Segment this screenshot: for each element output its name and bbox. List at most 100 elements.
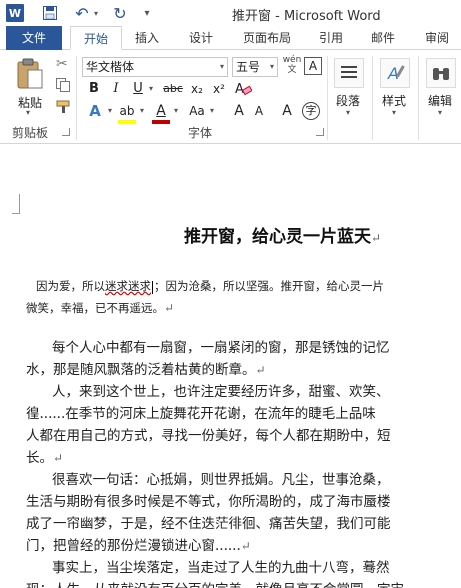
- doc-line-9: 很喜欢一句话：心抵娟，则世界抵娟。凡尘，世事沧桑，: [52, 472, 390, 488]
- tab-review[interactable]: 审阅: [414, 26, 460, 50]
- doc-line-12: 门，把曾经的那份烂漫锁进心窗......↵: [26, 534, 251, 554]
- binoculars-icon[interactable]: [426, 58, 456, 88]
- window-title: 推开窗 - Microsoft Word: [232, 9, 381, 24]
- document-title: 推开窗，给心灵一片蓝天↵: [184, 222, 381, 247]
- tab-references[interactable]: 引用: [310, 26, 352, 50]
- ribbon-tab-bar: 文件 开始 插入 设计 页面布局 引用 邮件 审阅: [0, 26, 461, 50]
- font-color-icon[interactable]: A: [152, 102, 170, 120]
- styles-dropdown-icon[interactable]: ▾: [392, 108, 396, 117]
- group-divider: [76, 56, 77, 140]
- doc-line-3: 每个人心中都有一扇窗，一扇紧闭的窗，那是锈蚀的记忆: [52, 340, 390, 356]
- doc-line-2: 微笑，幸福，已不再遥远。↵: [26, 300, 174, 316]
- doc-line-6: 徨......在季节的河床上旋舞花开花谢，在流年的睫毛上品味: [26, 406, 376, 422]
- font-launcher-icon[interactable]: [316, 128, 324, 136]
- group-divider: [372, 56, 373, 140]
- page-corner-mark: [12, 194, 20, 214]
- paragraph-mark-icon: ↵: [164, 301, 175, 315]
- font-size-select[interactable]: 五号 ▾: [232, 57, 278, 77]
- doc-line-7: 人都在用自己的方式，寻找一份美好，每个人都在期盼中，短: [26, 428, 391, 444]
- doc-line-5: 人，来到这个世上，也许注定要经历许多，甜蜜、欢笑、: [52, 384, 390, 400]
- tab-page-layout[interactable]: 页面布局: [234, 26, 300, 50]
- word-logo-icon: W: [6, 4, 24, 22]
- tab-file[interactable]: 文件: [6, 26, 62, 50]
- font-color-swatch: [152, 120, 170, 124]
- doc-text: 微笑，幸福，已不再遥远。: [26, 301, 164, 315]
- bold-button[interactable]: B: [86, 80, 102, 98]
- svg-text:A: A: [387, 64, 399, 83]
- undo-dropdown-icon[interactable]: ▾: [92, 4, 100, 22]
- grow-font-icon[interactable]: A: [230, 102, 248, 120]
- save-icon[interactable]: [42, 4, 58, 22]
- highlight-icon[interactable]: ab: [118, 102, 136, 120]
- title-bar: W ↶ ▾ ↻ ▾ 推开窗 - Microsoft Word: [0, 0, 461, 26]
- styles-button[interactable]: 样式: [382, 92, 406, 109]
- chevron-down-icon: ▾: [269, 62, 274, 71]
- undo-icon[interactable]: ↶: [74, 4, 90, 23]
- character-border-icon[interactable]: A: [304, 57, 322, 75]
- font-size-value: 五号: [236, 60, 261, 74]
- clear-formatting-icon[interactable]: A: [234, 80, 253, 98]
- group-divider: [327, 56, 328, 140]
- font-name-select[interactable]: 华文楷体 ▾: [82, 57, 228, 77]
- doc-text: 水，那是随风飘落的泛着枯黄的断章。: [26, 362, 256, 378]
- font-color-dropdown-icon[interactable]: ▾: [172, 102, 180, 120]
- paragraph-dropdown-icon[interactable]: ▾: [346, 108, 350, 117]
- doc-text: 门，把曾经的那份烂漫锁进心窗......: [26, 538, 241, 554]
- chevron-down-icon: ▾: [219, 62, 224, 71]
- change-case-icon[interactable]: Aa: [186, 102, 208, 120]
- underline-dropdown-icon[interactable]: ▾: [147, 80, 155, 98]
- tab-mailings[interactable]: 邮件: [362, 26, 404, 50]
- text-cursor: [152, 280, 153, 294]
- editing-button[interactable]: 编辑: [428, 92, 452, 109]
- character-shading-icon[interactable]: A: [278, 102, 296, 120]
- doc-line-8: 长。↵: [26, 446, 63, 466]
- enclose-characters-icon[interactable]: 字: [302, 102, 320, 120]
- doc-line-13: 事实上，当尘埃落定，当走过了人生的九曲十八弯，蓦然: [52, 560, 390, 576]
- highlight-color-swatch: [118, 120, 136, 124]
- document-canvas[interactable]: 推开窗，给心灵一片蓝天↵ 因为爱，所以迷求迷求 ；因为沧桑，所以坚强。推开窗，给心…: [0, 144, 461, 588]
- subscript-button[interactable]: x₂: [188, 80, 206, 98]
- paste-dropdown-icon[interactable]: ▾: [26, 108, 30, 117]
- doc-line-14: 现：人生，从来就没有百分百的完美，就像月亮不会常圆，宇宙: [26, 578, 404, 588]
- spelling-error-text: 迷求迷求: [105, 279, 151, 293]
- phonetic-guide-icon[interactable]: wén 文: [282, 55, 302, 77]
- format-painter-icon[interactable]: [56, 100, 72, 114]
- clipboard-launcher-icon[interactable]: [62, 128, 70, 136]
- doc-text: 因为爱，所以: [36, 279, 105, 293]
- text-effects-icon[interactable]: A: [86, 102, 104, 120]
- clipboard-group-label: 剪贴板: [12, 126, 49, 140]
- shrink-font-icon[interactable]: A: [250, 102, 268, 120]
- italic-button[interactable]: I: [108, 80, 124, 98]
- document-title-text: 推开窗，给心灵一片蓝天: [184, 227, 371, 247]
- paragraph-mark-icon: ↵: [240, 539, 251, 553]
- underline-button[interactable]: U: [130, 80, 146, 98]
- strikethrough-button[interactable]: abc: [162, 80, 184, 98]
- tab-design[interactable]: 设计: [180, 26, 222, 50]
- doc-text: 长。: [26, 450, 53, 466]
- paragraph-mark-icon: ↵: [53, 451, 64, 465]
- tab-insert[interactable]: 插入: [126, 26, 168, 50]
- styles-icon[interactable]: A: [380, 58, 410, 88]
- paragraph-icon[interactable]: [334, 58, 364, 88]
- highlight-dropdown-icon[interactable]: ▾: [138, 102, 146, 120]
- paragraph-button[interactable]: 段落: [336, 92, 360, 109]
- doc-text: ；因为沧桑，所以坚强。推开窗，给心灵一片: [154, 279, 384, 293]
- doc-line-11: 成了一帘幽梦，于是，经不住迭茫徘徊、痛苦失望，我们可能: [26, 516, 391, 532]
- paragraph-mark-icon: ↵: [371, 231, 382, 245]
- superscript-button[interactable]: x²: [210, 80, 228, 98]
- cut-icon[interactable]: ✂: [56, 56, 68, 72]
- quick-access-dropdown-icon[interactable]: ▾: [142, 4, 152, 22]
- paste-icon[interactable]: [16, 58, 44, 90]
- tab-home[interactable]: 开始: [70, 26, 122, 50]
- editing-dropdown-icon[interactable]: ▾: [438, 108, 442, 117]
- font-group-label: 字体: [188, 126, 213, 140]
- group-divider: [418, 56, 419, 140]
- doc-line-4: 水，那是随风飘落的泛着枯黄的断章。↵: [26, 358, 266, 378]
- svg-text:A: A: [235, 82, 244, 96]
- copy-icon[interactable]: [56, 78, 70, 92]
- redo-icon[interactable]: ↻: [112, 4, 128, 23]
- text-effects-dropdown-icon[interactable]: ▾: [106, 102, 114, 120]
- change-case-dropdown-icon[interactable]: ▾: [208, 102, 216, 120]
- paragraph-mark-icon: ↵: [255, 363, 266, 377]
- doc-line-10: 生活与期盼有很多时候是不等式，你所渴盼的，成了海市蜃楼: [26, 494, 391, 510]
